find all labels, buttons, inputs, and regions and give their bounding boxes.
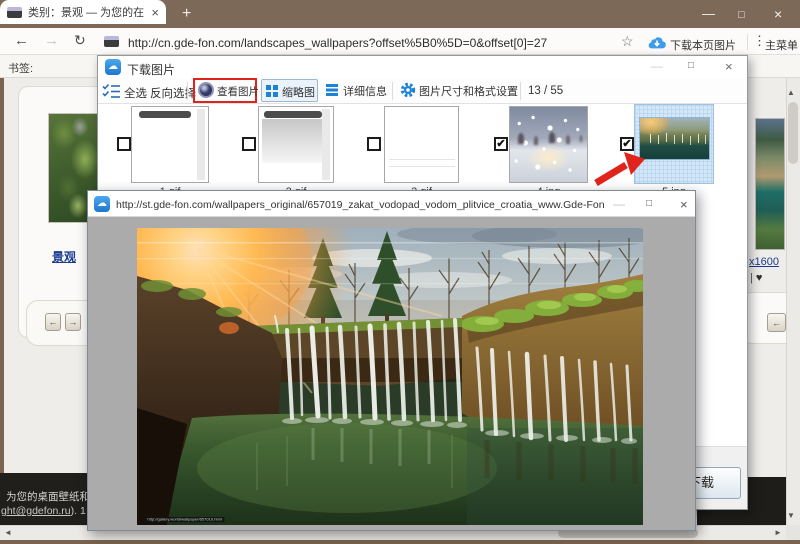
details-view-button[interactable]: 详细信息 bbox=[326, 81, 388, 101]
footer-text: 为您的桌面壁纸和 bbox=[6, 491, 90, 503]
item-thumbnail[interactable] bbox=[384, 106, 459, 183]
resolution-link[interactable]: x1600 bbox=[749, 256, 779, 268]
thumbnails-view-label: 缩略图 bbox=[282, 87, 315, 99]
select-all-button[interactable]: 全选 bbox=[124, 85, 147, 101]
browser-tab[interactable]: 类别：景观 — 为您的在 × bbox=[0, 0, 166, 24]
item-thumbnail[interactable] bbox=[509, 106, 588, 183]
image-preview-dialog: ☁ http://st.gde-fon.com/wallpapers_origi… bbox=[52, 178, 696, 531]
preview-dialog-title: http://st.gde-fon.com/wallpapers_origina… bbox=[116, 199, 605, 211]
dialog-close-button[interactable]: × bbox=[680, 197, 688, 212]
size-format-settings-label: 图片尺寸和格式设置 bbox=[419, 86, 518, 98]
item-thumbnail-selected[interactable] bbox=[634, 104, 714, 184]
scroll-left-icon[interactable]: ◄ bbox=[4, 528, 12, 537]
favorite-heart-icon[interactable]: ♥ bbox=[756, 272, 763, 284]
grid-icon bbox=[266, 85, 271, 90]
browser-titlebar: 类别：景观 — 为您的在 × bbox=[0, 0, 800, 28]
back-icon[interactable]: ← bbox=[14, 32, 29, 49]
pager-prev-button[interactable]: ← bbox=[45, 313, 61, 331]
wallpaper-meta-row: | ♥ bbox=[750, 272, 762, 284]
download-dialog-titlebar: ☁ 下载图片 — □ × bbox=[98, 56, 747, 78]
photo-watermark: http://gallery.world/wallpaper/657019.ht… bbox=[145, 510, 282, 523]
page-footer-left: 为您的桌面壁纸和 ght@gdefon.ru). 1 bbox=[0, 473, 97, 525]
downloader-app-icon: ☁ bbox=[94, 196, 110, 212]
waterfall-photo: http://gallery.world/wallpaper/657019.ht… bbox=[52, 178, 662, 525]
scrollbar-corner bbox=[786, 525, 800, 540]
size-format-settings-button[interactable]: 图片尺寸和格式设置 bbox=[400, 81, 518, 101]
thumbnails-view-button[interactable]: 缩略图 bbox=[261, 79, 318, 102]
window-maximize-button[interactable]: □ bbox=[738, 8, 745, 22]
item-checkbox[interactable] bbox=[367, 137, 381, 151]
reload-icon[interactable]: ↻ bbox=[74, 32, 86, 49]
browser-window: 类别：景观 — 为您的在 × + — □ × ← → ↻ http://cn.g… bbox=[0, 0, 800, 544]
gear-icon bbox=[400, 82, 416, 103]
pager-next-button[interactable]: → bbox=[65, 313, 81, 331]
select-all-icon bbox=[102, 83, 121, 105]
item-thumbnail[interactable] bbox=[258, 106, 334, 183]
download-dialog-title: 下载图片 bbox=[127, 63, 176, 77]
toolbar-separator bbox=[392, 82, 393, 100]
wallpaper-thumbnail-right[interactable] bbox=[755, 118, 785, 250]
toolbar-separator bbox=[187, 82, 188, 100]
dialog-minimize-button[interactable]: — bbox=[613, 197, 625, 211]
tab-close-icon[interactable]: × bbox=[151, 5, 159, 20]
bookmark-star-icon[interactable]: ☆ bbox=[621, 33, 634, 50]
main-menu-button[interactable]: 主菜单 bbox=[765, 37, 798, 53]
annotation-arrow-icon bbox=[588, 150, 646, 193]
dialog-close-button[interactable]: × bbox=[725, 59, 733, 74]
list-icon bbox=[326, 84, 338, 87]
toolbar-separator bbox=[747, 34, 748, 50]
site-favicon-icon bbox=[7, 6, 22, 18]
window-close-button[interactable]: × bbox=[774, 7, 782, 21]
item-checkbox[interactable]: ✔ bbox=[620, 137, 634, 151]
toolbar-separator bbox=[520, 82, 521, 100]
item-checkbox[interactable]: ✔ bbox=[494, 137, 508, 151]
item-thumbnail[interactable] bbox=[131, 106, 209, 183]
download-dialog-toolbar: 全选 反向选择 查看图片 缩略图 详细信息 图片尺寸和格式设置 13 / 55 bbox=[98, 78, 747, 104]
details-view-label: 详细信息 bbox=[343, 86, 387, 98]
page-footer-right-strip bbox=[697, 510, 786, 525]
item-checkbox[interactable] bbox=[242, 137, 256, 151]
download-page-button[interactable]: 下载本页图片 bbox=[670, 37, 736, 53]
dialog-maximize-button[interactable]: □ bbox=[646, 198, 652, 209]
address-bar[interactable]: http://cn.gde-fon.com/landscapes_wallpap… bbox=[128, 36, 614, 50]
new-tab-button[interactable]: + bbox=[182, 5, 191, 23]
footer-email-link[interactable]: ght@gdefon.ru bbox=[1, 505, 71, 517]
window-border-left bbox=[0, 78, 4, 473]
window-minimize-button[interactable]: — bbox=[702, 7, 715, 21]
bookmarks-label: 书签: bbox=[8, 63, 34, 75]
forward-icon[interactable]: → bbox=[44, 32, 59, 49]
download-cloud-icon[interactable] bbox=[648, 36, 666, 54]
view-images-label: 查看图片 bbox=[217, 86, 259, 98]
footer-email-line: ght@gdefon.ru). 1 bbox=[1, 505, 86, 517]
view-images-button-annotated[interactable]: 查看图片 bbox=[193, 78, 259, 103]
scroll-down-icon[interactable]: ▼ bbox=[787, 511, 795, 520]
eye-icon bbox=[198, 82, 214, 98]
address-favicon-icon bbox=[104, 36, 119, 47]
item-checkbox[interactable] bbox=[117, 137, 131, 151]
side-pager-button[interactable]: ← bbox=[767, 313, 786, 332]
scroll-up-icon[interactable]: ▲ bbox=[787, 88, 795, 97]
dialog-minimize-button[interactable]: — bbox=[651, 59, 663, 73]
invert-selection-button[interactable]: 反向选择 bbox=[150, 85, 196, 101]
window-border-bottom bbox=[0, 540, 800, 544]
vertical-scroll-thumb[interactable] bbox=[788, 102, 798, 164]
meta-divider: | bbox=[750, 272, 753, 284]
category-link[interactable]: 景观 bbox=[52, 248, 76, 265]
waterfall-mini-thumb bbox=[639, 117, 710, 160]
preview-dialog-titlebar: ☁ http://st.gde-fon.com/wallpapers_origi… bbox=[88, 191, 695, 217]
scroll-right-icon[interactable]: ► bbox=[774, 528, 782, 537]
selection-counter: 13 / 55 bbox=[528, 85, 564, 97]
tab-title: 类别：景观 — 为您的在 bbox=[28, 7, 145, 19]
dialog-maximize-button[interactable]: □ bbox=[688, 60, 694, 71]
downloader-app-icon: ☁ bbox=[105, 59, 121, 75]
